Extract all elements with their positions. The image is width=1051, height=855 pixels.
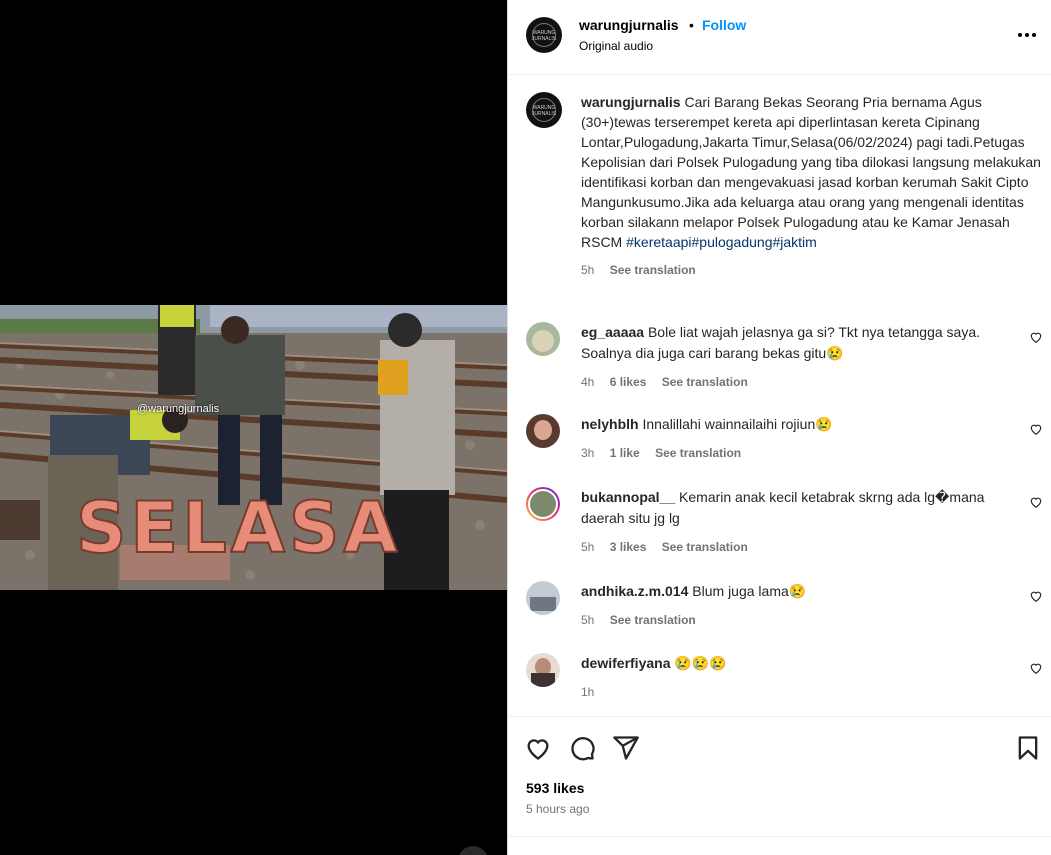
comment-time: 5h: [581, 613, 595, 627]
comment-username[interactable]: andhika.z.m.014: [581, 583, 688, 599]
commenter-avatar[interactable]: [526, 653, 560, 687]
post-time: 5 hours ago: [526, 802, 590, 816]
post-panel: WARUNG JURNALIS warungjurnalis • Follow …: [507, 0, 1051, 855]
comment-see-translation[interactable]: See translation: [662, 540, 748, 554]
video-player[interactable]: @warungjurnalis SELASA: [0, 305, 507, 590]
author-avatar[interactable]: WARUNG JURNALIS: [526, 17, 562, 53]
video-overlay-text: SELASA: [75, 487, 402, 569]
separator-dot: •: [689, 17, 694, 33]
next-button[interactable]: [458, 846, 488, 855]
comment-see-translation[interactable]: See translation: [662, 375, 748, 389]
caption-see-translation[interactable]: See translation: [610, 263, 696, 277]
audio-label[interactable]: Original audio: [579, 39, 653, 53]
heart-icon[interactable]: [1029, 422, 1043, 436]
comment-icon[interactable]: [568, 734, 596, 762]
commenter-avatar[interactable]: [526, 322, 560, 356]
commenter-avatar[interactable]: [526, 487, 560, 521]
caption-avatar[interactable]: WARUNG JURNALIS: [526, 92, 562, 128]
comment-time: 4h: [581, 375, 595, 389]
comment-see-translation[interactable]: See translation: [610, 613, 696, 627]
comment-likes[interactable]: 6 likes: [610, 375, 647, 389]
caption-username[interactable]: warungjurnalis: [581, 94, 681, 110]
comment-username[interactable]: dewiferfiyana: [581, 655, 670, 671]
post-header: WARUNG JURNALIS warungjurnalis • Follow …: [508, 0, 1051, 75]
share-icon[interactable]: [612, 734, 640, 762]
likes-count[interactable]: 593 likes: [526, 780, 584, 796]
comments-list[interactable]: WARUNG JURNALIS warungjurnalis Cari Bara…: [508, 76, 1051, 717]
comment-time: 1h: [581, 685, 595, 699]
comment-text: Innalillahi wainnailaihi rojiun😢: [642, 416, 833, 432]
author-username[interactable]: warungjurnalis: [579, 17, 679, 33]
heart-icon[interactable]: [1029, 589, 1043, 603]
heart-icon[interactable]: [1029, 330, 1043, 344]
video-watermark: @warungjurnalis: [137, 403, 220, 415]
heart-icon[interactable]: [1029, 661, 1043, 675]
more-icon[interactable]: [1017, 26, 1037, 44]
comment-time: 3h: [581, 446, 595, 460]
commenter-avatar[interactable]: [526, 581, 560, 615]
comment-likes[interactable]: 3 likes: [610, 540, 647, 554]
comment-text: 😢😢😢: [674, 655, 727, 671]
like-icon[interactable]: [524, 734, 552, 762]
caption-text: Cari Barang Bekas Seorang Pria bernama A…: [581, 94, 1041, 250]
comment-username[interactable]: bukannopal__: [581, 489, 675, 505]
caption-time: 5h: [581, 263, 595, 277]
divider: [508, 836, 1051, 837]
commenter-avatar[interactable]: [526, 414, 560, 448]
caption-hashtags[interactable]: #keretaapi#pulogadung#jaktim: [626, 234, 817, 250]
follow-button[interactable]: Follow: [702, 17, 746, 33]
post-actions: 593 likes 5 hours ago: [508, 718, 1051, 855]
comment-see-translation[interactable]: See translation: [655, 446, 741, 460]
save-icon[interactable]: [1014, 734, 1042, 762]
comment-text: Blum juga lama😢: [692, 583, 807, 599]
heart-icon[interactable]: [1029, 495, 1043, 509]
comment-likes[interactable]: 1 like: [610, 446, 640, 460]
media-viewer: @warungjurnalis SELASA: [0, 0, 507, 855]
comment-username[interactable]: nelyhblh: [581, 416, 639, 432]
comment-username[interactable]: eg_aaaaa: [581, 324, 644, 340]
comment-time: 5h: [581, 540, 595, 554]
